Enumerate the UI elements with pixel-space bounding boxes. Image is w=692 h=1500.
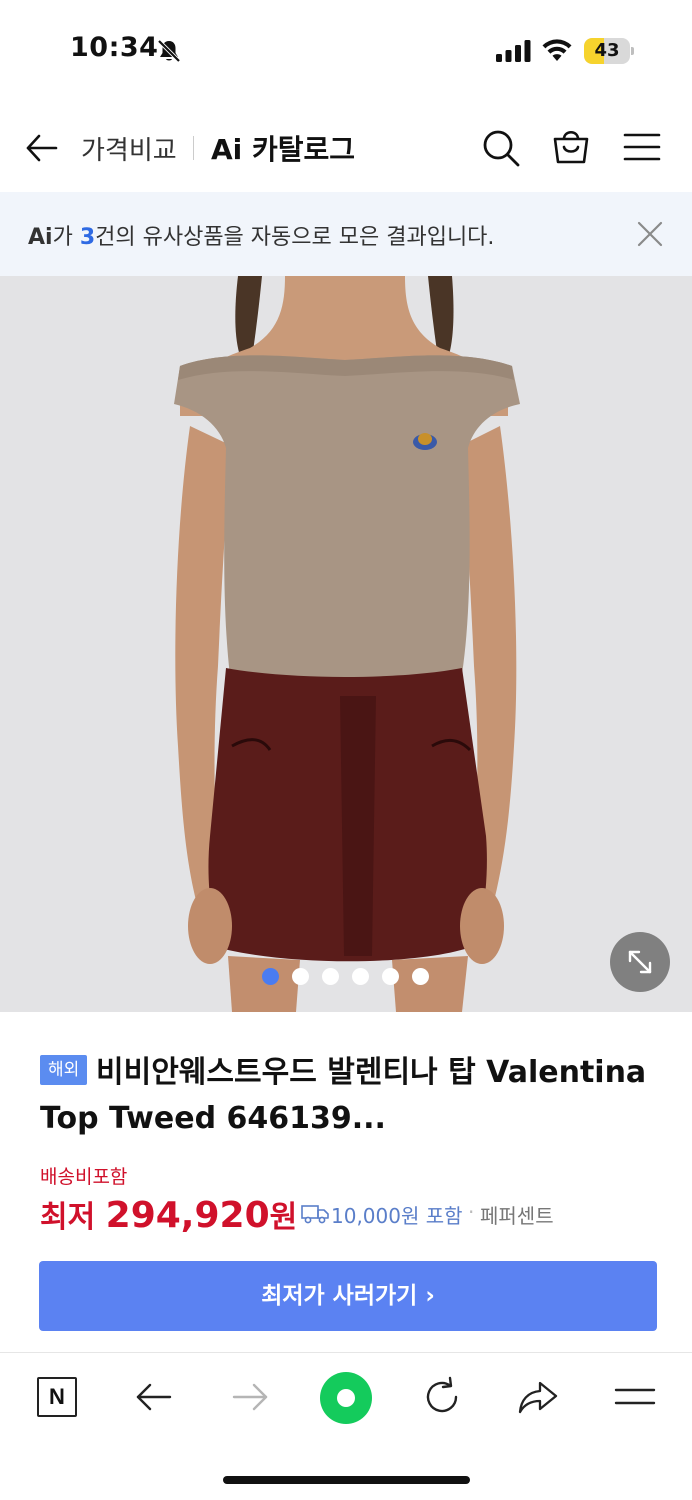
product-title[interactable]: 비비안웨스트우드 발렌티나 탑 Valentina Top Tweed 6461… <box>40 1050 660 1142</box>
product-image[interactable] <box>0 276 692 1012</box>
price-compare-link[interactable]: 가격비교 <box>81 130 177 167</box>
close-icon[interactable] <box>636 220 664 248</box>
green-circle-icon[interactable] <box>320 1372 372 1424</box>
notice-prefix: 가 <box>52 225 80 250</box>
overseas-badge: 해외 <box>40 1055 88 1085</box>
carousel-dot[interactable] <box>382 968 399 985</box>
back-icon[interactable] <box>132 1375 176 1419</box>
notice-count: 3 <box>79 225 96 250</box>
notice-ai-label: Ai <box>28 225 53 250</box>
product-photo <box>174 276 520 1012</box>
back-arrow-icon[interactable] <box>24 130 60 166</box>
shopping-bag-icon[interactable] <box>551 126 591 166</box>
battery-icon: 43 <box>584 38 634 64</box>
search-icon[interactable] <box>481 128 521 168</box>
delivery-truck-icon <box>301 1205 329 1224</box>
carousel-dot[interactable] <box>292 968 309 985</box>
seller-name[interactable]: 페퍼센트 <box>480 1200 554 1229</box>
naver-home-icon[interactable]: N <box>37 1377 77 1417</box>
bell-slash-icon <box>157 39 181 63</box>
forward-icon[interactable] <box>228 1375 272 1419</box>
wifi-icon <box>542 39 572 61</box>
app-header: 가격비교 Ai 카탈로그 <box>0 100 692 192</box>
separator: · <box>468 1200 475 1224</box>
carousel-dot[interactable] <box>352 968 369 985</box>
battery-level: 43 <box>594 40 620 61</box>
notice-text: Ai가 3건의 유사상품을 자동으로 모은 결과입니다. <box>28 219 494 251</box>
price-prefix: 최저 <box>40 1200 106 1235</box>
price-unit: 원 <box>269 1200 298 1235</box>
notice-suffix: 건의 유사상품을 자동으로 모은 결과입니다. <box>95 225 495 250</box>
price-value: 294,920 <box>105 1195 270 1236</box>
page-title: Ai 카탈로그 <box>211 133 356 166</box>
shipping-included-label: 배송비포함 <box>40 1166 128 1188</box>
carousel-dot[interactable] <box>262 968 279 985</box>
reload-icon[interactable] <box>420 1375 464 1419</box>
header-divider <box>193 136 194 160</box>
price-row: 최저 294,920원 <box>40 1192 298 1236</box>
expand-image-button[interactable] <box>610 932 670 992</box>
carousel-dot[interactable] <box>412 968 429 985</box>
status-bar: 10:34 43 <box>0 0 692 100</box>
carousel-dot[interactable] <box>322 968 339 985</box>
carousel-dots <box>262 968 442 986</box>
buy-lowest-price-button[interactable]: 최저가 사러가기 › <box>39 1261 657 1331</box>
expand-icon <box>628 950 652 974</box>
shipping-fee: 10,000원 포함 <box>331 1204 463 1228</box>
ai-notice-banner: Ai가 3건의 유사상품을 자동으로 모은 결과입니다. <box>0 192 692 276</box>
menu-icon[interactable] <box>613 1375 657 1419</box>
share-icon[interactable] <box>516 1375 560 1419</box>
cellular-signal-icon <box>496 40 531 62</box>
home-indicator <box>223 1476 470 1484</box>
status-time: 10:34 <box>70 32 159 63</box>
hamburger-menu-icon[interactable] <box>623 132 661 162</box>
